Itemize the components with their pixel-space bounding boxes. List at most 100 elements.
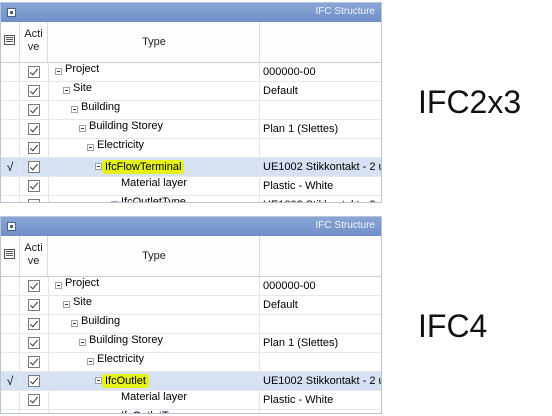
tree-collapse-icon[interactable] — [55, 282, 62, 289]
tree-collapse-icon[interactable] — [95, 163, 102, 170]
tree-row[interactable]: Building Storey Plan 1 (Slettes) — [1, 334, 381, 353]
value-cell: UE1002 Stikkontakt - 2 ut — [260, 196, 381, 202]
tree-collapse-icon[interactable] — [79, 125, 86, 132]
active-checkbox[interactable] — [28, 299, 40, 311]
value-cell: Plan 1 (Slettes) — [263, 337, 339, 349]
active-checkbox[interactable] — [28, 161, 40, 173]
tree-row[interactable]: Project 000000-00 — [1, 277, 381, 296]
tree-expand-icon[interactable] — [111, 201, 118, 202]
node-label: Electricity — [97, 353, 145, 365]
header-type[interactable]: Type — [49, 22, 260, 62]
tree-row[interactable]: √ IfcOutlet UE1002 Stikkontakt - 2 u — [1, 372, 381, 391]
type-cell: Site — [49, 296, 260, 314]
value-cell: Plan 1 (Slettes) — [263, 123, 339, 135]
type-cell: Building Storey — [49, 120, 260, 138]
active-cell — [20, 158, 49, 176]
tree-collapse-icon[interactable] — [95, 377, 102, 384]
panel-menu-icon[interactable] — [7, 8, 16, 17]
node-label: Building Storey — [89, 120, 163, 132]
node-label: Site — [73, 82, 92, 94]
ifc-structure-panel-ifc4: IFC Structure Acti ve Type Project 000000… — [0, 216, 382, 414]
active-checkbox[interactable] — [28, 280, 40, 292]
tree-row[interactable]: Project 000000-00 — [1, 63, 381, 82]
tree-row[interactable]: Site Default — [1, 296, 381, 315]
tree-collapse-icon[interactable] — [71, 106, 78, 113]
value-cell: 000000-00 — [263, 66, 316, 78]
node-label: Electricity — [97, 139, 145, 151]
row-indicator — [1, 296, 20, 314]
active-cell — [20, 353, 49, 371]
tree-row[interactable]: IfcOutletType UE1002 Stikkontakt - 2 u — [1, 410, 381, 414]
active-cell — [20, 296, 49, 314]
type-cell: Building Storey — [49, 334, 260, 352]
row-indicator — [1, 139, 20, 157]
active-cell — [20, 63, 49, 81]
column-header-row: Acti ve Type — [1, 22, 381, 63]
tree-row[interactable]: √ IfcFlowTerminal UE1002 Stikkontakt - 2 u… — [1, 158, 381, 177]
header-value[interactable] — [260, 22, 381, 62]
tree-collapse-icon[interactable] — [87, 358, 94, 365]
tree-row[interactable]: IfcOutletType UE1002 Stikkontakt - 2 ut — [1, 196, 381, 202]
column-chooser-icon[interactable] — [4, 249, 15, 259]
active-cell — [20, 139, 49, 157]
tree-row[interactable]: Electricity — [1, 139, 381, 158]
active-checkbox[interactable] — [28, 180, 40, 192]
column-chooser-icon[interactable] — [4, 35, 15, 45]
active-cell — [20, 177, 49, 195]
tree-row[interactable]: Material layer Plastic - White — [1, 391, 381, 410]
tree-row[interactable]: Electricity — [1, 353, 381, 372]
tree-collapse-icon[interactable] — [63, 301, 70, 308]
active-checkbox[interactable] — [28, 104, 40, 116]
header-active[interactable]: Acti ve — [20, 22, 48, 62]
header-active[interactable]: Acti ve — [20, 236, 48, 276]
tree-collapse-icon[interactable] — [55, 68, 62, 75]
value-cell: UE1002 Stikkontakt - 2 u — [260, 410, 381, 413]
panel-title: IFC Structure — [315, 6, 375, 17]
panel-title: IFC Structure — [315, 220, 375, 231]
tree-collapse-icon[interactable] — [71, 320, 78, 327]
row-indicator — [1, 101, 20, 119]
row-indicator — [1, 177, 20, 195]
tree-row[interactable]: Site Default — [1, 82, 381, 101]
row-indicator — [1, 82, 20, 100]
active-checkbox[interactable] — [28, 142, 40, 154]
value-cell — [260, 139, 381, 157]
row-indicator — [1, 315, 20, 333]
header-active-label: Acti ve — [24, 28, 43, 53]
active-checkbox[interactable] — [28, 356, 40, 368]
node-label: IfcOutletType — [121, 410, 186, 413]
type-cell: IfcOutletType — [49, 410, 260, 413]
value-cell — [260, 353, 381, 371]
column-chooser-cell[interactable] — [1, 236, 20, 276]
active-checkbox[interactable] — [28, 123, 40, 135]
tree-row[interactable]: Building Storey Plan 1 (Slettes) — [1, 120, 381, 139]
tree-collapse-icon[interactable] — [79, 339, 86, 346]
active-cell — [20, 82, 49, 100]
type-cell: Building — [49, 101, 260, 119]
tree-collapse-icon[interactable] — [63, 87, 70, 94]
active-checkbox[interactable] — [28, 318, 40, 330]
active-cell — [20, 196, 49, 202]
node-label: Material layer — [121, 391, 188, 403]
column-chooser-cell[interactable] — [1, 22, 20, 62]
active-checkbox[interactable] — [28, 375, 40, 387]
node-label: Building Storey — [89, 334, 163, 346]
panel-title-bar: IFC Structure — [1, 3, 381, 22]
row-indicator — [1, 334, 20, 352]
panel-menu-icon[interactable] — [7, 222, 16, 231]
active-checkbox[interactable] — [28, 85, 40, 97]
tree-row[interactable]: Building — [1, 315, 381, 334]
tree-row[interactable]: Material layer Plastic - White — [1, 177, 381, 196]
header-type[interactable]: Type — [49, 236, 260, 276]
active-checkbox[interactable] — [28, 199, 40, 202]
node-label: IfcFlowTerminal — [102, 160, 185, 174]
schema-label-ifc4: IFC4 — [418, 308, 488, 344]
active-checkbox[interactable] — [28, 337, 40, 349]
schema-label-ifc2x3: IFC2x3 — [418, 84, 522, 120]
active-checkbox[interactable] — [28, 394, 40, 406]
active-checkbox[interactable] — [28, 413, 40, 414]
tree-row[interactable]: Building — [1, 101, 381, 120]
active-checkbox[interactable] — [28, 66, 40, 78]
header-value[interactable] — [260, 236, 381, 276]
tree-collapse-icon[interactable] — [87, 144, 94, 151]
